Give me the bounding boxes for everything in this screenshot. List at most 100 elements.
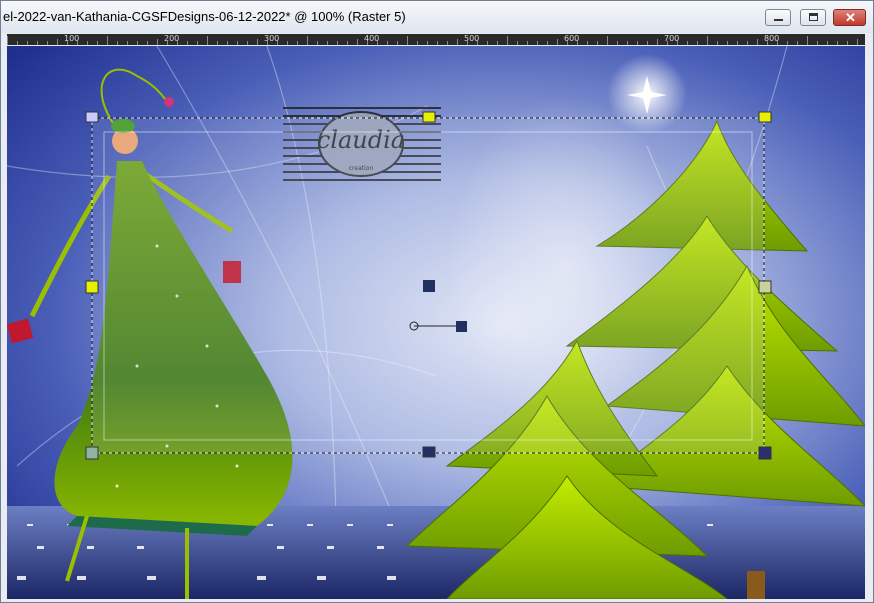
pivot-handle[interactable]	[423, 280, 435, 292]
handle-bottom-center[interactable]	[422, 446, 436, 458]
ruler-tick	[207, 36, 208, 45]
ruler-tick	[247, 41, 248, 45]
ruler-tick	[147, 41, 148, 45]
ruler-tick	[857, 39, 858, 45]
ruler-tick	[367, 41, 368, 45]
ruler-tick	[647, 41, 648, 45]
window-title: el-2022-van-Kathania-CGSFDesigns-06-12-2…	[3, 9, 406, 24]
close-button[interactable]: ✕	[833, 9, 866, 26]
ruler-tick	[837, 41, 838, 45]
ruler-tick	[57, 39, 58, 45]
handle-middle-right[interactable]	[758, 280, 772, 294]
ruler-tick	[47, 41, 48, 45]
ruler-tick	[7, 36, 8, 45]
ruler-tick	[547, 41, 548, 45]
ruler-tick	[677, 41, 678, 45]
ruler-tick	[747, 41, 748, 45]
ruler-tick	[317, 41, 318, 45]
ruler-tick	[597, 41, 598, 45]
ruler-tick	[757, 39, 758, 45]
ruler-tick	[67, 41, 68, 45]
ruler-tick	[217, 41, 218, 45]
ruler-tick	[667, 41, 668, 45]
ruler-tick	[717, 41, 718, 45]
ruler-tick	[127, 41, 128, 45]
ruler-tick	[617, 41, 618, 45]
ruler-tick	[437, 41, 438, 45]
maximize-icon	[809, 13, 818, 21]
handle-top-right[interactable]	[758, 111, 772, 123]
ruler-tick	[277, 41, 278, 45]
ruler-tick	[797, 41, 798, 45]
close-icon: ✕	[845, 10, 856, 25]
minimize-icon	[774, 19, 783, 21]
canvas-artwork: claudia creation	[7, 46, 865, 599]
ruler-tick	[447, 41, 448, 45]
ruler-tick	[377, 41, 378, 45]
minimize-button[interactable]	[765, 9, 791, 26]
ruler-tick	[507, 36, 508, 45]
ruler-tick	[537, 41, 538, 45]
ruler-tick	[97, 41, 98, 45]
ruler-tick	[397, 41, 398, 45]
ruler-tick	[527, 41, 528, 45]
ruler-tick	[587, 41, 588, 45]
ruler-tick	[117, 41, 118, 45]
ruler-tick	[267, 41, 268, 45]
ruler-tick	[357, 39, 358, 45]
document-window: el-2022-van-Kathania-CGSFDesigns-06-12-2…	[0, 0, 874, 603]
ruler-tick	[167, 41, 168, 45]
ruler-tick	[257, 39, 258, 45]
ruler-tick	[37, 41, 38, 45]
ruler-tick	[197, 41, 198, 45]
image-canvas[interactable]: claudia creation	[7, 46, 865, 599]
ruler-tick	[557, 39, 558, 45]
horizontal-ruler: 100 200 300 400 500 600 700 800	[7, 34, 865, 45]
ruler-tick	[467, 41, 468, 45]
ruler-tick	[697, 41, 698, 45]
ruler-tick	[687, 41, 688, 45]
ruler-tick	[777, 41, 778, 45]
ruler-tick	[87, 41, 88, 45]
ruler-tick	[297, 41, 298, 45]
ruler-tick	[157, 39, 158, 45]
ruler-tick	[137, 41, 138, 45]
ruler-tick	[817, 41, 818, 45]
handle-top-center[interactable]	[422, 111, 436, 123]
ruler-tick	[707, 36, 708, 45]
ruler-tick	[767, 41, 768, 45]
rotation-handle[interactable]	[456, 321, 467, 332]
ruler-tick	[77, 41, 78, 45]
handle-top-left[interactable]	[85, 111, 99, 123]
ruler-tick	[187, 41, 188, 45]
ruler-tick	[427, 41, 428, 45]
ruler-tick	[737, 41, 738, 45]
ruler-tick	[337, 41, 338, 45]
ruler-tick	[657, 39, 658, 45]
ruler-tick	[827, 41, 828, 45]
ruler-tick	[807, 36, 808, 45]
ruler-tick	[847, 41, 848, 45]
ruler-tick	[177, 41, 178, 45]
ruler-tick	[107, 36, 108, 45]
ruler-tick	[387, 41, 388, 45]
ruler-tick	[607, 36, 608, 45]
ruler-tick	[787, 41, 788, 45]
ruler-tick	[497, 41, 498, 45]
ruler-tick	[407, 36, 408, 45]
ruler-tick	[227, 41, 228, 45]
handle-middle-left[interactable]	[85, 280, 99, 294]
maximize-button[interactable]	[800, 9, 826, 26]
ruler-tick	[237, 41, 238, 45]
handle-bottom-left[interactable]	[85, 446, 99, 460]
ruler-tick	[327, 41, 328, 45]
ruler-tick	[347, 41, 348, 45]
ruler-tick	[27, 41, 28, 45]
title-bar[interactable]: el-2022-van-Kathania-CGSFDesigns-06-12-2…	[1, 1, 873, 33]
ruler-tick	[287, 41, 288, 45]
handle-bottom-right[interactable]	[758, 446, 772, 460]
ruler-tick	[567, 41, 568, 45]
ruler-tick	[457, 39, 458, 45]
ruler-tick	[17, 41, 18, 45]
ruler-tick	[307, 36, 308, 45]
